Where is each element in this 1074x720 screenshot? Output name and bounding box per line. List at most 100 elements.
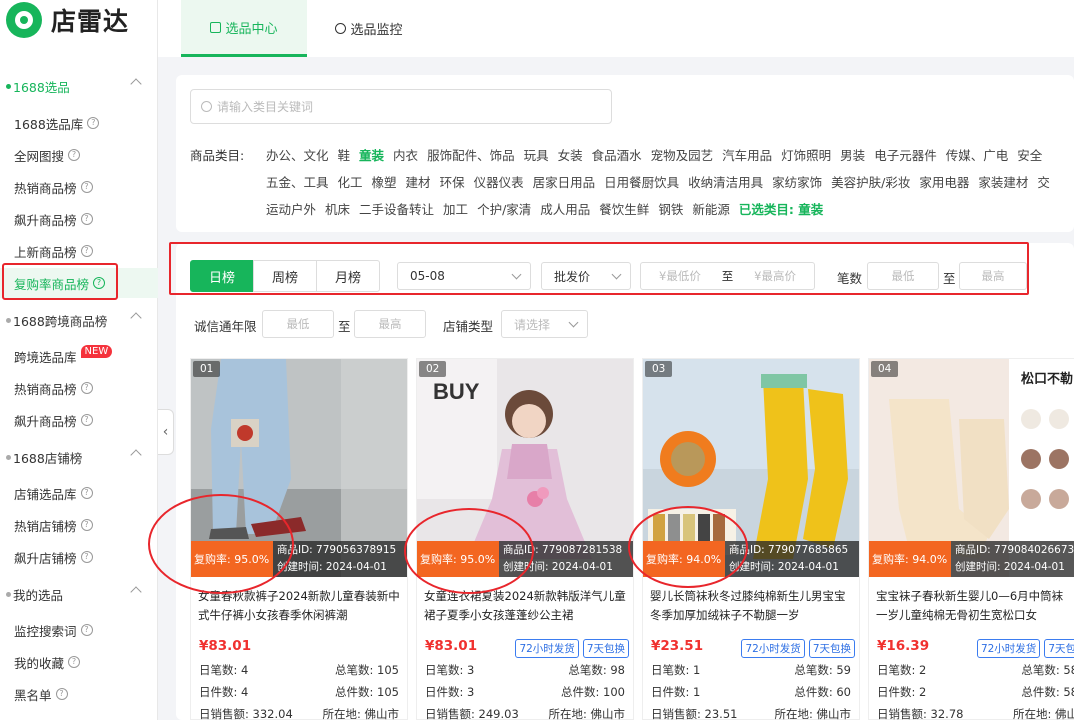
sidebar-item-hot-products[interactable]: 热销商品榜? (0, 172, 158, 202)
product-image[interactable]: 松口不勒 04 复购率: 94.0% 商品ID: 779084026673 创建时… (869, 359, 1074, 577)
category-item[interactable]: 家纺家饰 (772, 172, 822, 191)
sidebar-item-favorites[interactable]: 我的收藏? (0, 647, 158, 677)
menu-group-label: 1688选品 (13, 79, 70, 95)
category-item[interactable]: 化工 (338, 172, 363, 191)
category-item[interactable]: 居家日用品 (533, 172, 596, 191)
product-meta: 商品ID: 779084026673 创建时间: 2024-04-01 (951, 541, 1074, 577)
category-item[interactable]: 仪器仪表 (474, 172, 524, 191)
category-item[interactable]: 餐饮生鲜 (599, 199, 649, 218)
sidebar-item-new-products[interactable]: 上新商品榜? (0, 236, 158, 266)
help-icon[interactable]: ? (80, 624, 93, 636)
category-item[interactable]: 日用餐厨饮具 (604, 172, 679, 191)
category-item[interactable]: 灯饰照明 (781, 145, 831, 164)
sidebar-item-rising-products[interactable]: 飙升商品榜? (0, 204, 158, 234)
category-item[interactable]: 美容护肤/彩妆 (831, 172, 910, 191)
category-item[interactable]: 服饰配件、饰品 (427, 145, 515, 164)
sidebar-item-shop-library[interactable]: 店铺选品库? (0, 478, 158, 508)
category-item[interactable]: 童装 (359, 145, 384, 164)
tab-selection-monitor[interactable]: 选品监控 (323, 0, 415, 57)
category-item[interactable]: 五金、工具 (266, 172, 329, 191)
range-separator: 至 (943, 271, 956, 286)
category-item[interactable]: 宠物及园艺 (651, 145, 714, 164)
orders-max-input[interactable]: 最高 (959, 262, 1027, 290)
category-item[interactable]: 橡塑 (372, 172, 397, 191)
category-item[interactable]: 运动户外 (266, 199, 316, 218)
period-weekly-button[interactable]: 周榜 (253, 260, 317, 292)
category-item[interactable]: 传媒、广电 (946, 145, 1009, 164)
category-item[interactable]: 玩具 (524, 145, 549, 164)
sidebar-item-cross-border-library[interactable]: 跨境选品库 NEW (0, 341, 158, 371)
category-item[interactable]: 家装建材 (978, 172, 1028, 191)
category-item[interactable]: 加工 (443, 199, 468, 218)
category-item[interactable]: 交 (1037, 172, 1050, 191)
sidebar-item-monitor-keywords[interactable]: 监控搜索词? (0, 615, 158, 645)
menu-group-shops[interactable]: 1688店铺榜 (0, 442, 158, 472)
category-item[interactable]: 内衣 (393, 145, 418, 164)
category-item[interactable]: 电子元器件 (874, 145, 937, 164)
cxt-years-label: 诚信通年限 (194, 319, 257, 334)
location: 所在地: 佛山市 (774, 707, 851, 720)
category-item[interactable]: 收纳清洁用具 (688, 172, 763, 191)
category-item[interactable]: 新能源 (692, 199, 730, 218)
category-search-input[interactable]: 请输入类目关键词 (190, 89, 612, 124)
location: 所在地: 佛山市 (322, 707, 399, 720)
menu-group-1688-selection[interactable]: 1688选品 (0, 71, 158, 101)
product-title[interactable]: 宝宝袜子春秋新生婴儿0—6月中筒袜一岁儿童纯棉无骨初生宽松口女 (876, 587, 1074, 625)
category-item[interactable]: 食品酒水 (592, 145, 642, 164)
period-daily-button[interactable]: 日榜 (190, 260, 254, 292)
category-item[interactable]: 汽车用品 (722, 145, 772, 164)
category-item[interactable]: 男装 (840, 145, 865, 164)
help-icon[interactable]: ? (80, 382, 93, 394)
product-card[interactable]: 松口不勒 04 复购率: 94.0% 商品ID: 779084026673 创建时… (868, 358, 1074, 720)
help-icon[interactable]: ? (80, 519, 93, 531)
help-icon[interactable]: ? (80, 245, 93, 257)
sidebar-item-hot-shops[interactable]: 热销店铺榜? (0, 510, 158, 540)
help-icon[interactable]: ? (80, 487, 93, 499)
sidebar-item-cross-border-hot[interactable]: 热销商品榜? (0, 373, 158, 403)
cxt-min-input[interactable]: 最低 (262, 310, 334, 338)
help-icon[interactable]: ? (80, 414, 93, 426)
help-icon[interactable]: ? (55, 688, 68, 700)
category-item[interactable]: 个护/家清 (477, 199, 531, 218)
sidebar-item-blacklist[interactable]: 黑名单? (0, 679, 158, 709)
category-item[interactable]: 成人用品 (540, 199, 590, 218)
shop-type-select[interactable]: 请选择 (501, 310, 588, 338)
help-icon[interactable]: ? (80, 551, 93, 563)
price-type-select[interactable]: 批发价 (541, 262, 631, 290)
category-item[interactable]: 女装 (558, 145, 583, 164)
collapse-sidebar-button[interactable]: ‹ (158, 409, 174, 455)
category-item[interactable]: 家用电器 (919, 172, 969, 191)
menu-group-cross-border[interactable]: 1688跨境商品榜 (0, 305, 158, 335)
category-item[interactable]: 机床 (325, 199, 350, 218)
period-monthly-button[interactable]: 月榜 (316, 260, 380, 292)
tab-label: 选品监控 (350, 23, 403, 38)
orders-min-input[interactable]: 最低 (867, 262, 939, 290)
sidebar-item-rising-shops[interactable]: 飙升店铺榜? (0, 542, 158, 572)
category-item[interactable]: 钢铁 (658, 199, 683, 218)
price-range-input[interactable]: ¥最低价 至 ¥最高价 (640, 262, 815, 290)
help-icon[interactable]: ? (68, 656, 81, 668)
help-icon[interactable]: ? (80, 213, 93, 225)
help-icon[interactable]: ? (68, 149, 81, 161)
tab-selection-center[interactable]: 选品中心 (181, 0, 307, 57)
sidebar-item-label: 飙升商品榜 (14, 212, 77, 228)
sidebar-item-cross-border-rising[interactable]: 飙升商品榜? (0, 405, 158, 435)
category-item[interactable]: 安全 (1017, 145, 1042, 164)
date-select[interactable]: 05-08 (397, 262, 531, 290)
help-icon[interactable]: ? (80, 181, 93, 193)
category-item[interactable]: 环保 (440, 172, 465, 191)
category-item[interactable]: 鞋 (338, 145, 351, 164)
category-item[interactable]: 建材 (406, 172, 431, 191)
product-price: ¥16.39 (877, 638, 930, 654)
sidebar-item-image-search[interactable]: 全网图搜? (0, 140, 158, 170)
sidebar-item-1688-library[interactable]: 1688选品库? (0, 108, 158, 138)
cxt-max-input[interactable]: 最高 (354, 310, 426, 338)
help-icon[interactable]: ? (87, 117, 100, 129)
new-badge: NEW (80, 344, 113, 358)
monitor-icon (335, 23, 347, 34)
category-item[interactable]: 二手设备转让 (359, 199, 434, 218)
menu-group-my-selection[interactable]: 我的选品 (0, 579, 158, 609)
category-item[interactable]: 办公、文化 (266, 145, 329, 164)
product-title[interactable]: 婴儿长筒袜秋冬过膝纯棉新生儿男宝宝冬季加厚加绒袜子不勒腿一岁 (650, 587, 856, 625)
app-logo[interactable]: 店雷达 (6, 2, 129, 38)
